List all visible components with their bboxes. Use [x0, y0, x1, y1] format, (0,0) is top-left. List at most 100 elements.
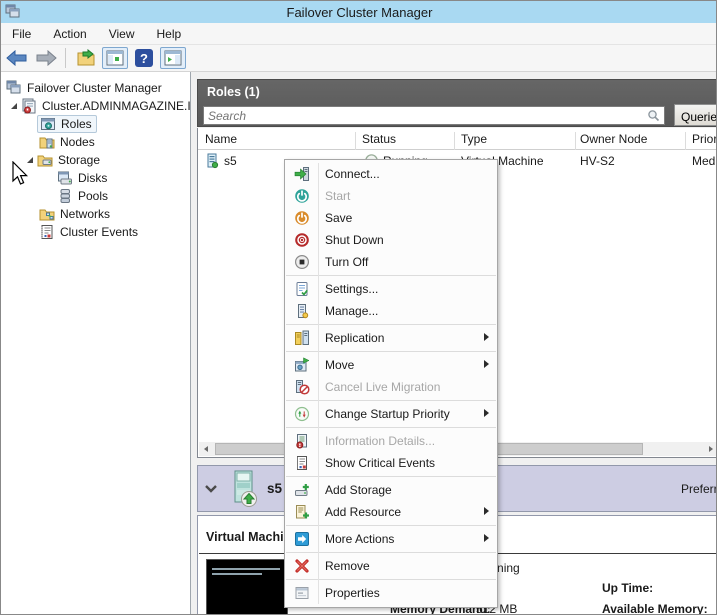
cluster-icon [22, 98, 36, 114]
column-priority[interactable]: Priority [692, 132, 716, 146]
settings-icon [285, 281, 318, 297]
tree-expander-icon[interactable] [9, 101, 19, 111]
search-box [203, 106, 665, 125]
available-memory-label: Available Memory: [602, 602, 708, 615]
move-icon [285, 357, 318, 373]
submenu-arrow-icon [484, 409, 489, 417]
properties-icon [285, 585, 318, 601]
menu-item-more-actions[interactable]: More Actions [285, 528, 497, 550]
save-icon [285, 210, 318, 226]
menu-help[interactable]: Help [146, 24, 193, 44]
tree-item-pools[interactable]: Pools [57, 187, 108, 205]
menu-bar: File Action View Help [1, 23, 716, 45]
menu-item-settings[interactable]: Settings... [285, 278, 497, 300]
menu-item-change-startup-priority[interactable]: Change Startup Priority [285, 403, 497, 425]
tree-item-networks[interactable]: Networks [39, 205, 110, 223]
tree-item-cluster-events[interactable]: Cluster Events [39, 223, 138, 241]
menu-item-shut-down[interactable]: Shut Down [285, 229, 497, 251]
column-name[interactable]: Name [205, 132, 237, 146]
menu-separator [286, 552, 496, 553]
console-root-icon [6, 80, 21, 94]
menu-item-add-storage[interactable]: Add Storage [285, 479, 497, 501]
tree-item-disks[interactable]: Disks [57, 169, 107, 187]
start-icon [285, 188, 318, 204]
menu-item-show-critical-events[interactable]: Show Critical Events [285, 452, 497, 474]
tree-item-roles[interactable]: Roles [37, 115, 97, 133]
show-critical-events-icon [285, 455, 318, 471]
menu-separator [286, 476, 496, 477]
add-resource-icon [285, 504, 318, 520]
submenu-arrow-icon [484, 534, 489, 542]
toolbar-separator [65, 48, 66, 68]
menu-item-turn-off[interactable]: Turn Off [285, 251, 497, 273]
tree-item-nodes[interactable]: Nodes [39, 133, 95, 151]
menu-separator [286, 525, 496, 526]
menu-item-save[interactable]: Save [285, 207, 497, 229]
manage-icon [285, 303, 318, 319]
mouse-cursor [11, 161, 33, 187]
connect-icon [285, 166, 318, 182]
menu-action[interactable]: Action [42, 24, 97, 44]
storage-icon [37, 155, 53, 167]
menu-item-remove[interactable]: Remove [285, 555, 497, 577]
menu-file[interactable]: File [1, 24, 42, 44]
roles-icon [41, 118, 55, 130]
menu-separator [286, 427, 496, 428]
console-tree-pane: Failover Cluster Manager Cluster.ADMINMA… [1, 72, 191, 614]
context-menu: Connect... Start Save Shut Down Turn Off… [284, 159, 498, 608]
menu-separator [286, 579, 496, 580]
submenu-arrow-icon [484, 507, 489, 515]
submenu-arrow-icon [484, 360, 489, 368]
menu-item-information-details[interactable]: Information Details... [285, 430, 497, 452]
vm-console-thumbnail[interactable] [206, 559, 288, 614]
menu-item-add-resource[interactable]: Add Resource [285, 501, 497, 523]
preferred-owners-label: Preferred Owners: [681, 482, 716, 496]
list-header: Name Status Type Owner Node Priority [198, 128, 716, 150]
details-title: s5 [267, 481, 283, 496]
menu-separator [286, 400, 496, 401]
search-input[interactable] [204, 108, 647, 123]
scroll-left-icon[interactable] [199, 442, 213, 456]
menu-item-move[interactable]: Move [285, 354, 497, 376]
roles-panel-header: Roles (1) Queries [197, 79, 716, 127]
back-arrow-icon[interactable] [4, 47, 30, 69]
menu-item-manage[interactable]: Manage... [285, 300, 497, 322]
menu-item-replication[interactable]: Replication [285, 327, 497, 349]
title-bar: Failover Cluster Manager [1, 1, 716, 23]
column-type[interactable]: Type [461, 132, 487, 146]
column-owner-node[interactable]: Owner Node [580, 132, 647, 146]
menu-item-start[interactable]: Start [285, 185, 497, 207]
scroll-right-icon[interactable] [704, 442, 716, 456]
console-tree-icon[interactable] [102, 47, 128, 69]
role-name: s5 [224, 154, 237, 168]
window-title: Failover Cluster Manager [286, 4, 433, 20]
help-icon[interactable]: ? [131, 47, 157, 69]
panel-title: Roles (1) [207, 85, 260, 99]
queries-button[interactable]: Queries [674, 104, 716, 126]
tree-item-storage[interactable]: Storage [25, 151, 100, 169]
tree-selection: Roles [37, 115, 97, 133]
column-status[interactable]: Status [362, 132, 396, 146]
replication-icon [285, 330, 318, 346]
menu-item-cancel-live-migration[interactable]: Cancel Live Migration [285, 376, 497, 398]
pools-icon [60, 189, 70, 203]
vm-large-icon [226, 469, 262, 509]
forward-arrow-icon[interactable] [33, 47, 59, 69]
vm-role-icon [204, 153, 220, 169]
chevron-down-icon[interactable] [204, 483, 218, 495]
nodes-icon [39, 137, 55, 149]
shut-down-icon [285, 232, 318, 248]
menu-item-connect[interactable]: Connect... [285, 163, 497, 185]
search-icon[interactable] [647, 109, 660, 122]
action-pane-icon[interactable] [160, 47, 186, 69]
information-details-icon [285, 433, 318, 449]
menu-view[interactable]: View [98, 24, 146, 44]
tree-item-cluster[interactable]: Cluster.ADMINMAGAZINE.I [9, 97, 191, 115]
toolbar: ? [1, 45, 716, 72]
role-priority: Medium [692, 154, 716, 168]
add-storage-icon [285, 482, 318, 498]
menu-item-properties[interactable]: Properties [285, 582, 497, 604]
tree-item-failover-cluster-manager[interactable]: Failover Cluster Manager [6, 79, 162, 97]
export-list-icon[interactable] [73, 47, 99, 69]
turn-off-icon [285, 254, 318, 270]
